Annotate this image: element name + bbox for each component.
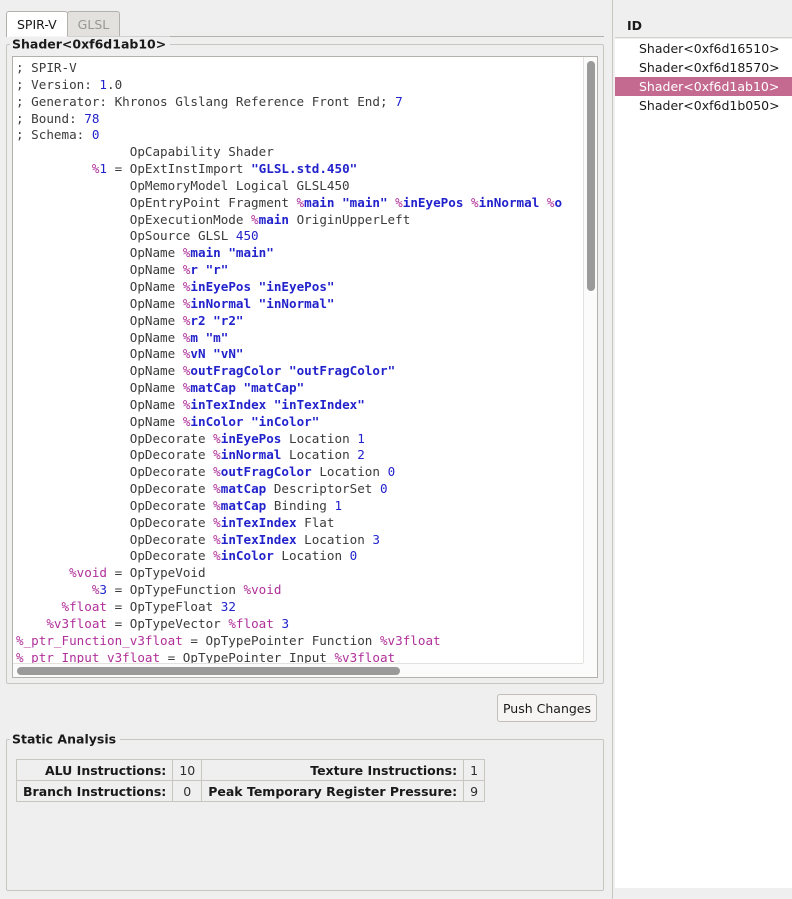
scrollbar-corner <box>583 663 597 677</box>
shader-groupbox-title: Shader<0xf6d1ab10> <box>10 37 170 52</box>
peak-register-pressure-value: 9 <box>464 781 485 802</box>
branch-instructions-value: 0 <box>173 781 202 802</box>
static-analysis-table: ALU Instructions: 10 Texture Instruction… <box>16 759 485 802</box>
list-item[interactable]: Shader<0xf6d1b050> <box>615 96 792 115</box>
alu-instructions-label: ALU Instructions: <box>17 760 173 781</box>
tab-spirv-label: SPIR-V <box>17 17 57 32</box>
texture-instructions-value: 1 <box>464 760 485 781</box>
code-horizontal-scrollbar-thumb[interactable] <box>17 667 400 675</box>
id-list-pane: ID Shader<0xf6d16510>Shader<0xf6d18570>S… <box>612 0 792 899</box>
shader-source-tabbar: SPIR-V GLSL <box>6 12 604 37</box>
table-row: ALU Instructions: 10 Texture Instruction… <box>17 760 485 781</box>
list-item[interactable]: Shader<0xf6d1ab10> <box>615 77 792 96</box>
peak-register-pressure-label: Peak Temporary Register Pressure: <box>202 781 464 802</box>
push-changes-button[interactable]: Push Changes <box>497 694 597 722</box>
static-analysis-groupbox: Static Analysis ALU Instructions: 10 Tex… <box>6 739 604 891</box>
code-horizontal-scrollbar[interactable] <box>13 663 583 677</box>
id-column-header: ID <box>615 14 792 38</box>
shader-source-groupbox: Shader<0xf6d1ab10> ; SPIR-V ; Version: 1… <box>6 44 604 684</box>
shader-id-list[interactable]: Shader<0xf6d16510>Shader<0xf6d18570>Shad… <box>615 39 792 888</box>
left-pane: SPIR-V GLSL Shader<0xf6d1ab10> ; SPIR-V … <box>0 0 610 899</box>
list-item[interactable]: Shader<0xf6d18570> <box>615 58 792 77</box>
spirv-code-editor[interactable]: ; SPIR-V ; Version: 1.0 ; Generator: Khr… <box>12 56 598 678</box>
branch-instructions-label: Branch Instructions: <box>17 781 173 802</box>
code-viewport: ; SPIR-V ; Version: 1.0 ; Generator: Khr… <box>13 57 583 663</box>
shader-inspector-window: SPIR-V GLSL Shader<0xf6d1ab10> ; SPIR-V … <box>0 0 792 899</box>
static-analysis-title: Static Analysis <box>10 732 120 747</box>
alu-instructions-value: 10 <box>173 760 202 781</box>
texture-instructions-label: Texture Instructions: <box>202 760 464 781</box>
tab-glsl[interactable]: GLSL <box>67 11 121 36</box>
code-vertical-scrollbar-thumb[interactable] <box>587 61 595 291</box>
table-row: Branch Instructions: 0 Peak Temporary Re… <box>17 781 485 802</box>
spirv-code-text: ; SPIR-V ; Version: 1.0 ; Generator: Khr… <box>13 57 583 663</box>
code-vertical-scrollbar[interactable] <box>583 57 597 663</box>
list-item[interactable]: Shader<0xf6d16510> <box>615 39 792 58</box>
tab-glsl-label: GLSL <box>78 17 110 32</box>
tab-spirv[interactable]: SPIR-V <box>6 11 68 37</box>
